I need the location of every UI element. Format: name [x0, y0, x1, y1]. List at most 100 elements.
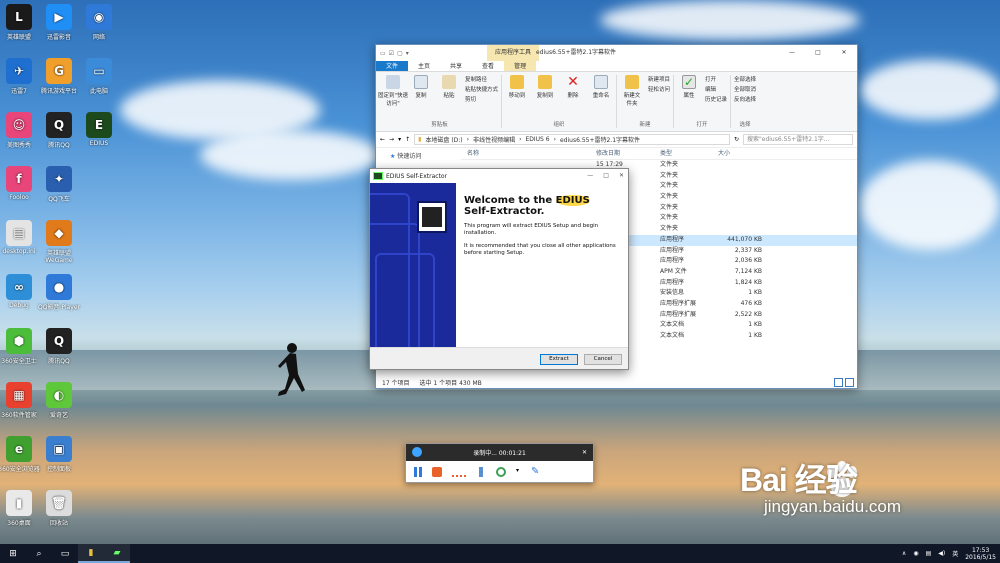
edit-button[interactable]: 编辑 [705, 85, 727, 93]
minimize-button[interactable]: — [587, 169, 593, 183]
tab-home[interactable]: 主页 [408, 61, 440, 71]
column-size[interactable]: 大小 [718, 148, 762, 159]
nav-label: 快速访问 [397, 153, 422, 160]
stop-icon[interactable] [432, 467, 442, 477]
paste-shortcut-button[interactable]: 粘贴快捷方式 [465, 85, 498, 93]
organize-group-label: 组织 [553, 122, 565, 128]
start-button[interactable]: ⊞ [0, 544, 26, 563]
breadcrumb-drive[interactable]: 本地磁盘 (D:) [425, 135, 462, 144]
pen-icon[interactable] [479, 467, 483, 477]
clock[interactable]: 17:53 2016/5/15 [965, 547, 996, 561]
cell-size: 2,036 KB [734, 257, 762, 265]
select-all-button[interactable]: 全部选择 [734, 75, 756, 83]
pause-icon[interactable] [414, 467, 422, 477]
history-button[interactable]: 历史记录 [705, 95, 727, 103]
close-button[interactable]: ✕ [619, 169, 624, 183]
copy-path-button[interactable]: 复制路径 [465, 75, 498, 83]
chevron-up-icon[interactable]: ∧ [902, 550, 906, 557]
ime-icon[interactable]: 英 [952, 549, 958, 558]
address-bar[interactable]: ▮ 本地磁盘 (D:) › 非线性视频编辑 › EDIUS 6 › edius6.55… [414, 134, 730, 145]
recent-locations-button[interactable]: ▾ [398, 136, 401, 143]
new-group: 新建文件夹 新建项目 轻松访问 新建 [617, 75, 675, 128]
desktop-icon[interactable]: ▭ 此电脑 [74, 58, 124, 95]
tab-manage[interactable]: 管理 [504, 61, 537, 71]
desktop-icon[interactable]: 🗑 回收站 [34, 490, 84, 527]
screen-recorder-toolbar[interactable]: 录制中... 00:01:21 ✕ ▾ ✎ [405, 443, 594, 483]
cell-size: 1 KB [748, 321, 762, 329]
desktop-icon[interactable]: Q 腾讯QQ [34, 328, 84, 365]
cell-size: 441,070 KB [727, 235, 762, 243]
close-button[interactable]: ✕ [831, 45, 857, 61]
network-icon[interactable]: ▤ [926, 550, 932, 557]
select-group-label: 选择 [739, 122, 751, 128]
edius-self-extractor-dialog[interactable]: EDIUS Self-Extractor — □ ✕ Welcome to th… [369, 168, 629, 370]
edius-taskbar-icon[interactable]: ▰ [104, 544, 130, 563]
column-date[interactable]: 修改日期 [596, 148, 660, 159]
invert-selection-button[interactable]: 反向选择 [734, 95, 756, 103]
extract-button[interactable]: Extract [540, 353, 578, 365]
search-input[interactable]: 搜索"edius6.55+雷特2.1字... [743, 134, 853, 145]
desktop-icon[interactable]: E EDIUS [74, 112, 124, 147]
new-folder-button[interactable]: 新建文件夹 [620, 75, 644, 120]
status-bar: 17 个项目 选中 1 个项目 430 MB [376, 376, 857, 388]
properties-button[interactable]: ✓ 属性 [677, 75, 701, 120]
delete-button[interactable]: ✕ 删除 [561, 75, 585, 120]
details-view-icon[interactable] [834, 378, 843, 387]
app-icon: Q [46, 328, 72, 354]
breadcrumb-folder[interactable]: EDIUS 6 [525, 136, 549, 143]
maximize-button[interactable]: □ [603, 169, 609, 183]
breadcrumb-folder[interactable]: edius6.55+雷特2.1字幕软件 [560, 135, 640, 144]
desktop-icon[interactable]: ◐ 爱奇艺 [34, 382, 84, 419]
nav-item-quick-access[interactable]: ★ 快速访问 [390, 151, 461, 160]
search-icon[interactable]: ⌕ [26, 544, 52, 563]
paste-button[interactable]: 粘贴 [437, 75, 461, 120]
up-button[interactable]: ↑ [405, 136, 410, 143]
cut-button[interactable]: 剪切 [465, 95, 498, 103]
pencil-icon[interactable]: ✎ [531, 467, 541, 477]
rename-button[interactable]: 重命名 [589, 75, 613, 120]
easy-access-button[interactable]: 轻松访问 [648, 85, 670, 93]
forward-button[interactable]: → [389, 136, 394, 143]
minimize-button[interactable]: — [779, 45, 805, 61]
chevron-down-icon[interactable]: ▾ [516, 467, 521, 477]
app-icon: L [6, 4, 32, 30]
back-button[interactable]: ← [380, 136, 385, 143]
breadcrumb-folder[interactable]: 非线性视频编辑 [473, 135, 515, 144]
desktop-icon[interactable]: ● QQ影音 Player [34, 274, 84, 311]
select-none-button[interactable]: 全部取消 [734, 85, 756, 93]
paste-icon [442, 75, 456, 89]
move-to-button[interactable]: 移动到 [505, 75, 529, 120]
close-icon[interactable]: ✕ [582, 444, 587, 461]
column-type[interactable]: 类型 [660, 148, 718, 159]
properties-icon[interactable]: ☑ [389, 50, 394, 57]
cancel-button[interactable]: Cancel [584, 353, 622, 365]
desktop-icon[interactable]: ▣ 控制面板 [34, 436, 84, 473]
volume-icon[interactable]: ◀) [938, 550, 945, 557]
open-button[interactable]: 打开 [705, 75, 727, 83]
chevron-down-icon[interactable]: ▾ [406, 50, 409, 57]
desktop-icon[interactable]: ◆ 英雄联盟WeGame [34, 220, 84, 264]
cell-type: 应用程序 [660, 278, 685, 286]
desktop-icon[interactable]: ✦ QQ飞车 [34, 166, 84, 203]
desktop-icon[interactable]: ◉ 网络 [74, 4, 124, 41]
cell-type: APM 文件 [660, 267, 687, 275]
new-folder-icon[interactable]: ▢ [397, 50, 403, 57]
column-name[interactable]: 名称 [461, 148, 596, 159]
task-view-icon[interactable]: ▭ [52, 544, 78, 563]
tab-file[interactable]: 文件 [376, 61, 409, 71]
new-item-button[interactable]: 新建项目 [648, 75, 670, 83]
copy-button[interactable]: 复制 [409, 75, 433, 120]
explorer-titlebar[interactable]: ▭ ☑ ▢ ▾ 应用程序工具 edius6.55+雷特2.1字幕软件 — □ ✕ [376, 45, 857, 61]
large-icons-view-icon[interactable] [845, 378, 854, 387]
tab-share[interactable]: 共享 [440, 61, 472, 71]
maximize-button[interactable]: □ [805, 45, 831, 61]
zoom-icon[interactable] [496, 467, 506, 477]
copy-to-button[interactable]: 复制到 [533, 75, 557, 120]
dialog-titlebar[interactable]: EDIUS Self-Extractor — □ ✕ [370, 169, 628, 183]
refresh-button[interactable]: ↻ [734, 136, 739, 143]
file-explorer-taskbar-icon[interactable]: ▮ [78, 544, 104, 563]
tab-view[interactable]: 查看 [472, 61, 504, 71]
line-icon[interactable] [452, 467, 466, 477]
pin-quick-access-button[interactable]: 固定到"快速访问" [378, 75, 408, 120]
notification-icon[interactable]: ◉ [913, 550, 918, 557]
